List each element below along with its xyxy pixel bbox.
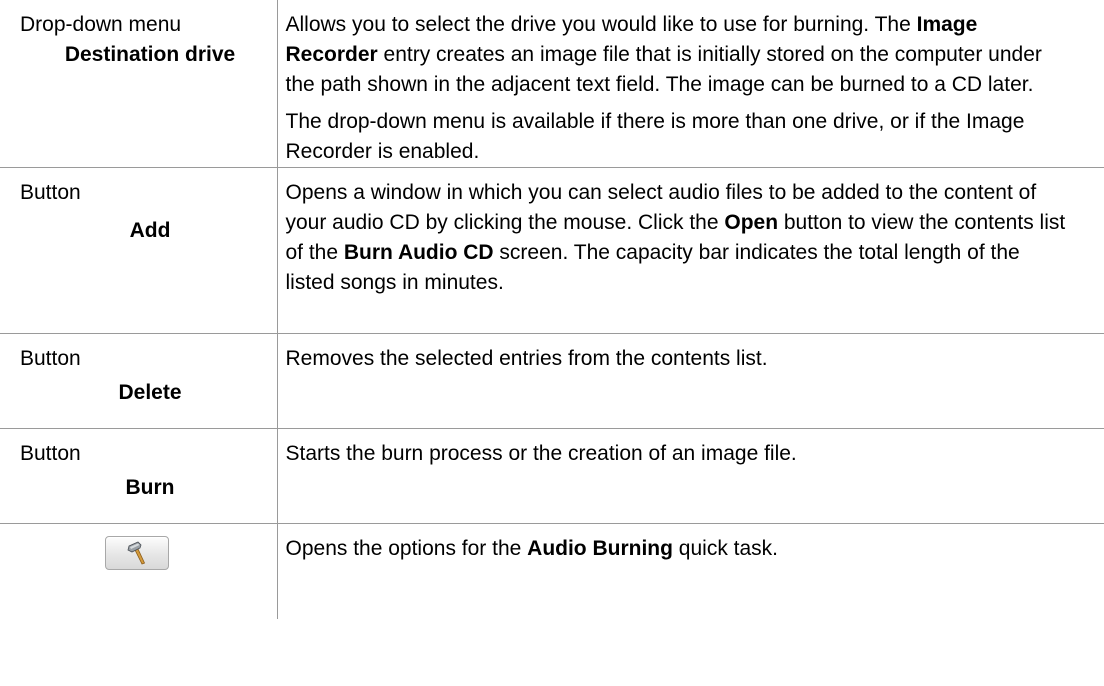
element-cell: Button Add: [0, 167, 278, 334]
description-cell: Opens a window in which you can select a…: [277, 168, 1104, 334]
element-name: Destination drive: [64, 43, 236, 66]
description: Opens the options for the Audio Burning …: [278, 524, 1104, 564]
table-row: Button Delete Removes the selected entri…: [0, 333, 1104, 429]
bold-term: Audio Burning: [527, 537, 673, 560]
description-paragraph: Removes the selected entries from the co…: [286, 344, 1075, 374]
element-cell: Button Delete: [0, 333, 278, 429]
element-type: Button: [20, 181, 81, 204]
table-row: Button Burn Starts the burn process or t…: [0, 428, 1104, 524]
element-type: Drop-down menu: [20, 13, 182, 36]
description-cell: Opens the options for the Audio Burning …: [277, 524, 1104, 619]
description: Allows you to select the drive you would…: [278, 0, 1104, 167]
description-paragraph: Opens a window in which you can select a…: [286, 178, 1075, 298]
table-row: Button Add Opens a window in which you c…: [0, 167, 1104, 334]
element-name: Burn: [125, 476, 175, 499]
text-run: Allows you to select the drive you would…: [285, 13, 917, 36]
text-run: Starts the burn process or the creation …: [285, 442, 797, 465]
element-cell: Button Burn: [0, 428, 278, 524]
description: Removes the selected entries from the co…: [278, 334, 1104, 374]
bold-term: Burn Audio CD: [343, 241, 494, 264]
description-paragraph: Allows you to select the drive you would…: [286, 10, 1075, 100]
description-paragraph: Starts the burn process or the creation …: [286, 439, 1075, 469]
table-row: Opens the options for the Audio Burning …: [0, 523, 1104, 619]
element-type: Button: [20, 442, 81, 465]
bold-term: Open: [724, 211, 779, 234]
text-run: entry creates an image file that is init…: [285, 43, 1042, 96]
description-cell: Starts the burn process or the creation …: [277, 429, 1104, 524]
element-cell: [0, 523, 278, 619]
description-cell: Allows you to select the drive you would…: [277, 0, 1104, 168]
element-type: Button: [20, 347, 81, 370]
element-name: Add: [129, 219, 171, 242]
description-cell: Removes the selected entries from the co…: [277, 334, 1104, 429]
text-run: The drop-down menu is available if there…: [285, 110, 1025, 163]
hammer-icon: [127, 541, 146, 565]
element-cell: Drop-down menu Destination drive: [0, 0, 278, 168]
text-run: Opens the options for the: [285, 537, 528, 560]
description-paragraph: Opens the options for the Audio Burning …: [286, 534, 1075, 564]
description-paragraph: The drop-down menu is available if there…: [286, 107, 1075, 167]
text-run: quick task.: [672, 537, 779, 560]
options-table: Drop-down menu Destination drive Allows …: [0, 0, 1104, 619]
description: Starts the burn process or the creation …: [278, 429, 1104, 469]
element-name: Delete: [118, 381, 182, 404]
options-button[interactable]: [105, 536, 169, 570]
table-row: Drop-down menu Destination drive Allows …: [0, 0, 1104, 168]
text-run: Removes the selected entries from the co…: [285, 347, 768, 370]
description: Opens a window in which you can select a…: [278, 168, 1104, 298]
